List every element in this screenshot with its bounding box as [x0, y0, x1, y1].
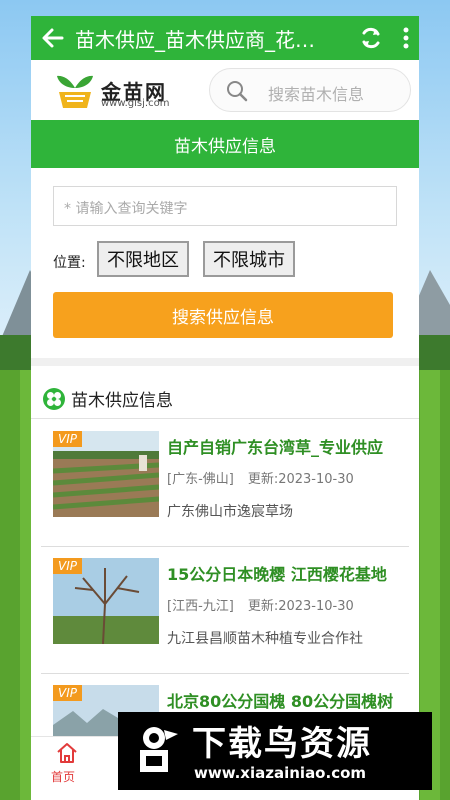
vip-badge: VIP: [53, 685, 82, 701]
city-select-button[interactable]: 不限城市: [203, 241, 295, 277]
divider: [31, 418, 419, 419]
item-seller: 广东佛山市逸宸草场: [167, 504, 293, 520]
nav-home[interactable]: 首页: [39, 737, 95, 789]
more-menu-button[interactable]: [393, 16, 419, 60]
back-arrow-icon: [42, 28, 64, 48]
item-seller: 九江县昌顺苗木种植专业合作社: [167, 631, 363, 647]
back-button[interactable]: [31, 16, 75, 60]
item-region: [广东-佛山]: [167, 472, 234, 487]
location-label: 位置:: [53, 255, 86, 271]
keyword-placeholder: * 请输入查询关键字: [64, 201, 188, 217]
watermark-overlay: 下载鸟资源 www.xiazainiao.com: [118, 712, 432, 790]
search-input[interactable]: 搜索苗木信息: [209, 68, 411, 112]
nav-home-label: 首页: [51, 770, 76, 784]
vip-badge: VIP: [53, 558, 82, 574]
list-item[interactable]: VIP 自产自销广东台湾草_专业供应 [广东-佛山] 更新:2023-10-30 …: [31, 420, 419, 547]
item-thumbnail[interactable]: VIP: [53, 558, 159, 644]
search-supply-button[interactable]: 搜索供应信息: [53, 292, 393, 338]
title-bar: 苗木供应_苗木供应商_花…: [31, 16, 419, 60]
clover-icon: [43, 387, 65, 410]
item-title[interactable]: 北京80公分国槐 80公分国槐树: [167, 688, 415, 712]
vip-badge: VIP: [53, 431, 82, 447]
list-section-title: 苗木供应信息: [71, 391, 173, 411]
search-icon: [227, 81, 248, 102]
brand-url: www.glsj.com: [101, 98, 170, 109]
refresh-button[interactable]: [349, 16, 393, 60]
brand-logo-icon[interactable]: [53, 70, 97, 110]
item-thumbnail[interactable]: VIP: [53, 431, 159, 517]
region-select-button[interactable]: 不限地区: [97, 241, 189, 277]
search-placeholder: 搜索苗木信息: [268, 85, 365, 104]
refresh-icon: [362, 27, 380, 49]
more-vertical-icon: [403, 27, 409, 49]
item-meta: [江西-九江] 更新:2023-10-30: [167, 595, 354, 614]
content-panel: 金苗网 www.glsj.com 搜索苗木信息 苗木供应信息 * 请输入查询关键…: [31, 60, 419, 800]
home-icon: [57, 743, 77, 763]
divider: [31, 358, 419, 366]
item-meta: [广东-佛山] 更新:2023-10-30: [167, 468, 354, 487]
item-title[interactable]: 自产自销广东台湾草_专业供应: [167, 434, 415, 458]
watermark-text: 下载鸟资源: [192, 724, 372, 764]
brand-header: 金苗网 www.glsj.com 搜索苗木信息: [31, 60, 419, 120]
list-section-header: 苗木供应信息: [43, 386, 173, 411]
watermark-url: www.xiazainiao.com: [194, 764, 367, 782]
item-title[interactable]: 15公分日本晚樱 江西樱花基地: [167, 561, 415, 585]
item-region: [江西-九江]: [167, 599, 234, 614]
bird-logo-icon: [140, 727, 178, 772]
item-date: 更新:2023-10-30: [247, 599, 354, 614]
keyword-input[interactable]: * 请输入查询关键字: [53, 186, 397, 226]
list-item[interactable]: VIP 15公分日本晚樱 江西樱花基地 [江西-九江] 更新:2023-10-30…: [31, 547, 419, 674]
section-header-bar: 苗木供应信息: [31, 120, 419, 168]
page-title: 苗木供应_苗木供应商_花…: [75, 27, 315, 52]
item-date: 更新:2023-10-30: [247, 472, 354, 487]
